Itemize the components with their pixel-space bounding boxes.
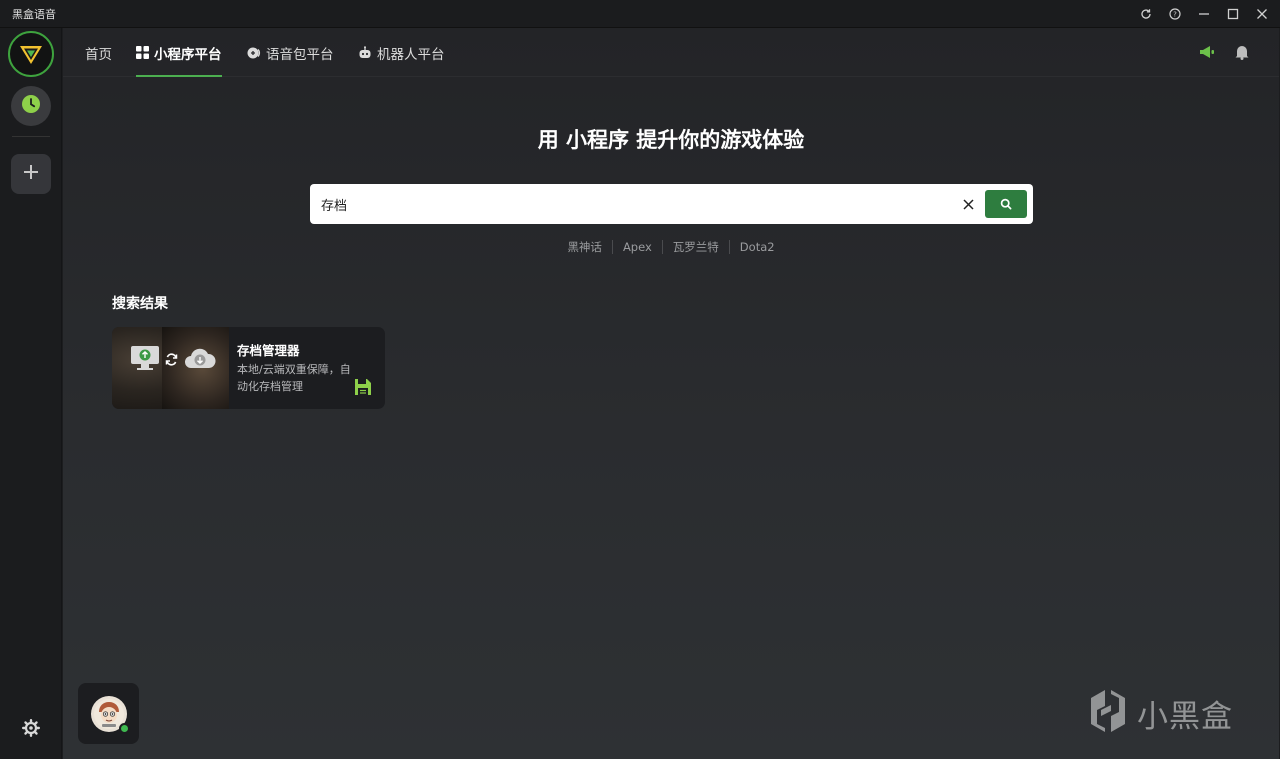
sync-illustration — [130, 345, 217, 375]
results-heading: 搜索结果 — [112, 296, 168, 312]
refresh-icon[interactable] — [1131, 0, 1160, 28]
help-icon[interactable]: ? — [1160, 0, 1189, 28]
tab-home[interactable]: 首页 — [85, 28, 112, 77]
sidebar-divider — [12, 136, 50, 137]
card-description: 本地/云端双重保障，自动化存档管理 — [237, 363, 351, 393]
tab-label: 语音包平台 — [266, 46, 334, 63]
add-server-button[interactable] — [11, 154, 51, 194]
tab-voice-pack-platform[interactable]: 语音包平台 — [247, 28, 334, 77]
sync-icon — [165, 351, 178, 370]
close-icon — [962, 195, 974, 214]
card-thumbnail — [112, 327, 229, 409]
save-icon[interactable] — [352, 376, 374, 398]
app-title: 黑盒语音 — [12, 7, 56, 21]
megaphone-icon[interactable] — [1198, 43, 1216, 61]
online-status-badge — [118, 722, 130, 734]
grid-icon — [136, 46, 149, 59]
tag-item[interactable]: Apex — [611, 240, 662, 254]
minimize-icon[interactable] — [1189, 0, 1218, 28]
tab-label: 机器人平台 — [377, 46, 445, 63]
robot-icon — [358, 45, 372, 60]
hot-tags: 黑神话 Apex 瓦罗兰特 Dota2 — [63, 240, 1279, 254]
sidebar-item-recent[interactable] — [11, 86, 51, 126]
watermark: 小黑盒 — [1087, 688, 1233, 738]
title-bar: 黑盒语音 ? — [0, 0, 1280, 28]
page-title: 用 小程序 提升你的游戏体验 — [537, 128, 805, 152]
plus-icon — [22, 163, 40, 185]
tag-item[interactable]: 瓦罗兰特 — [661, 240, 729, 254]
tag-item[interactable]: 黑神话 — [557, 240, 612, 254]
bell-icon[interactable] — [1233, 43, 1251, 61]
search-box — [310, 184, 1033, 224]
search-icon — [1000, 195, 1012, 214]
search-button[interactable] — [985, 190, 1027, 218]
voice-icon — [247, 46, 261, 60]
main-content: 首页 小程序平台 语音包平台 机器人平台 用 小程序 提升你的游戏体验 存档 黑… — [63, 28, 1279, 759]
avatar-icon — [90, 695, 130, 734]
maximize-icon[interactable] — [1218, 0, 1247, 28]
left-sidebar — [0, 28, 62, 759]
mini-program-card[interactable]: 存档管理器 本地/云端双重保障，自动化存档管理 — [112, 327, 385, 409]
clear-search-button[interactable] — [958, 194, 978, 214]
monitor-icon — [130, 345, 160, 375]
close-icon[interactable] — [1247, 0, 1276, 28]
heybox-brand-icon — [1087, 688, 1129, 738]
watermark-text: 小黑盒 — [1137, 698, 1233, 735]
gear-icon — [22, 719, 40, 741]
svg-text:?: ? — [1173, 10, 1177, 18]
top-nav: 首页 小程序平台 语音包平台 机器人平台 — [63, 28, 1279, 77]
card-title: 存档管理器 — [237, 343, 300, 358]
user-profile-tile[interactable] — [78, 683, 139, 744]
tab-label: 首页 — [85, 46, 112, 63]
tab-mini-program-platform[interactable]: 小程序平台 — [136, 28, 222, 77]
heybox-logo-icon[interactable] — [8, 31, 54, 77]
cloud-download-icon — [183, 346, 217, 374]
clock-icon — [21, 94, 41, 118]
tab-label: 小程序平台 — [154, 46, 222, 63]
tag-item[interactable]: Dota2 — [728, 240, 785, 254]
settings-button[interactable] — [19, 718, 43, 742]
search-input[interactable] — [310, 184, 950, 224]
tab-bot-platform[interactable]: 机器人平台 — [358, 28, 445, 77]
